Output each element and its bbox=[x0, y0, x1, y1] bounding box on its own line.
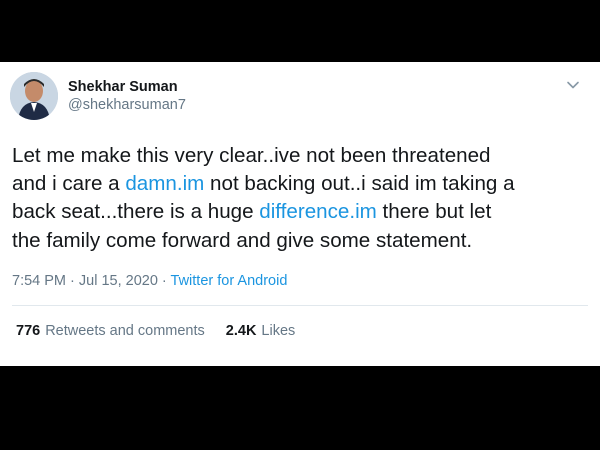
likes-label: Likes bbox=[261, 323, 296, 339]
tweet-meta: 7:54 PM · Jul 15, 2020 · Twitter for And… bbox=[12, 272, 287, 290]
author-handle[interactable]: @shekharsuman7 bbox=[68, 96, 186, 114]
retweets-label: Retweets and comments bbox=[45, 323, 205, 339]
tweet-source-link[interactable]: Twitter for Android bbox=[171, 273, 288, 289]
likes-stat[interactable]: 2.4K Likes bbox=[226, 322, 296, 340]
tweet-link[interactable]: damn.im bbox=[125, 172, 204, 195]
likes-count: 2.4K bbox=[225, 323, 257, 339]
author-display-name[interactable]: Shekhar Suman bbox=[68, 78, 186, 96]
tweet-card: Shekhar Suman @shekharsuman7 Let me make… bbox=[0, 62, 600, 366]
avatar-image bbox=[10, 72, 58, 120]
tweet-date[interactable]: Jul 15, 2020 bbox=[79, 273, 158, 289]
divider bbox=[12, 305, 588, 306]
tweet-stats: 776 Retweets and comments 2.4K Likes bbox=[16, 322, 295, 340]
meta-separator: · bbox=[157, 273, 171, 289]
tweet-header: Shekhar Suman @shekharsuman7 bbox=[10, 72, 590, 124]
avatar[interactable] bbox=[10, 72, 58, 120]
meta-separator: · bbox=[66, 273, 79, 289]
retweets-stat[interactable]: 776 Retweets and comments bbox=[16, 322, 205, 340]
author-names: Shekhar Suman @shekharsuman7 bbox=[68, 78, 186, 114]
tweet-text: Let me make this very clear..ive not bee… bbox=[12, 142, 590, 255]
tweet-time[interactable]: 7:54 PM bbox=[12, 273, 66, 289]
retweets-count: 776 bbox=[16, 323, 41, 339]
chevron-down-icon[interactable] bbox=[564, 76, 582, 94]
tweet-link[interactable]: difference.im bbox=[259, 200, 377, 223]
